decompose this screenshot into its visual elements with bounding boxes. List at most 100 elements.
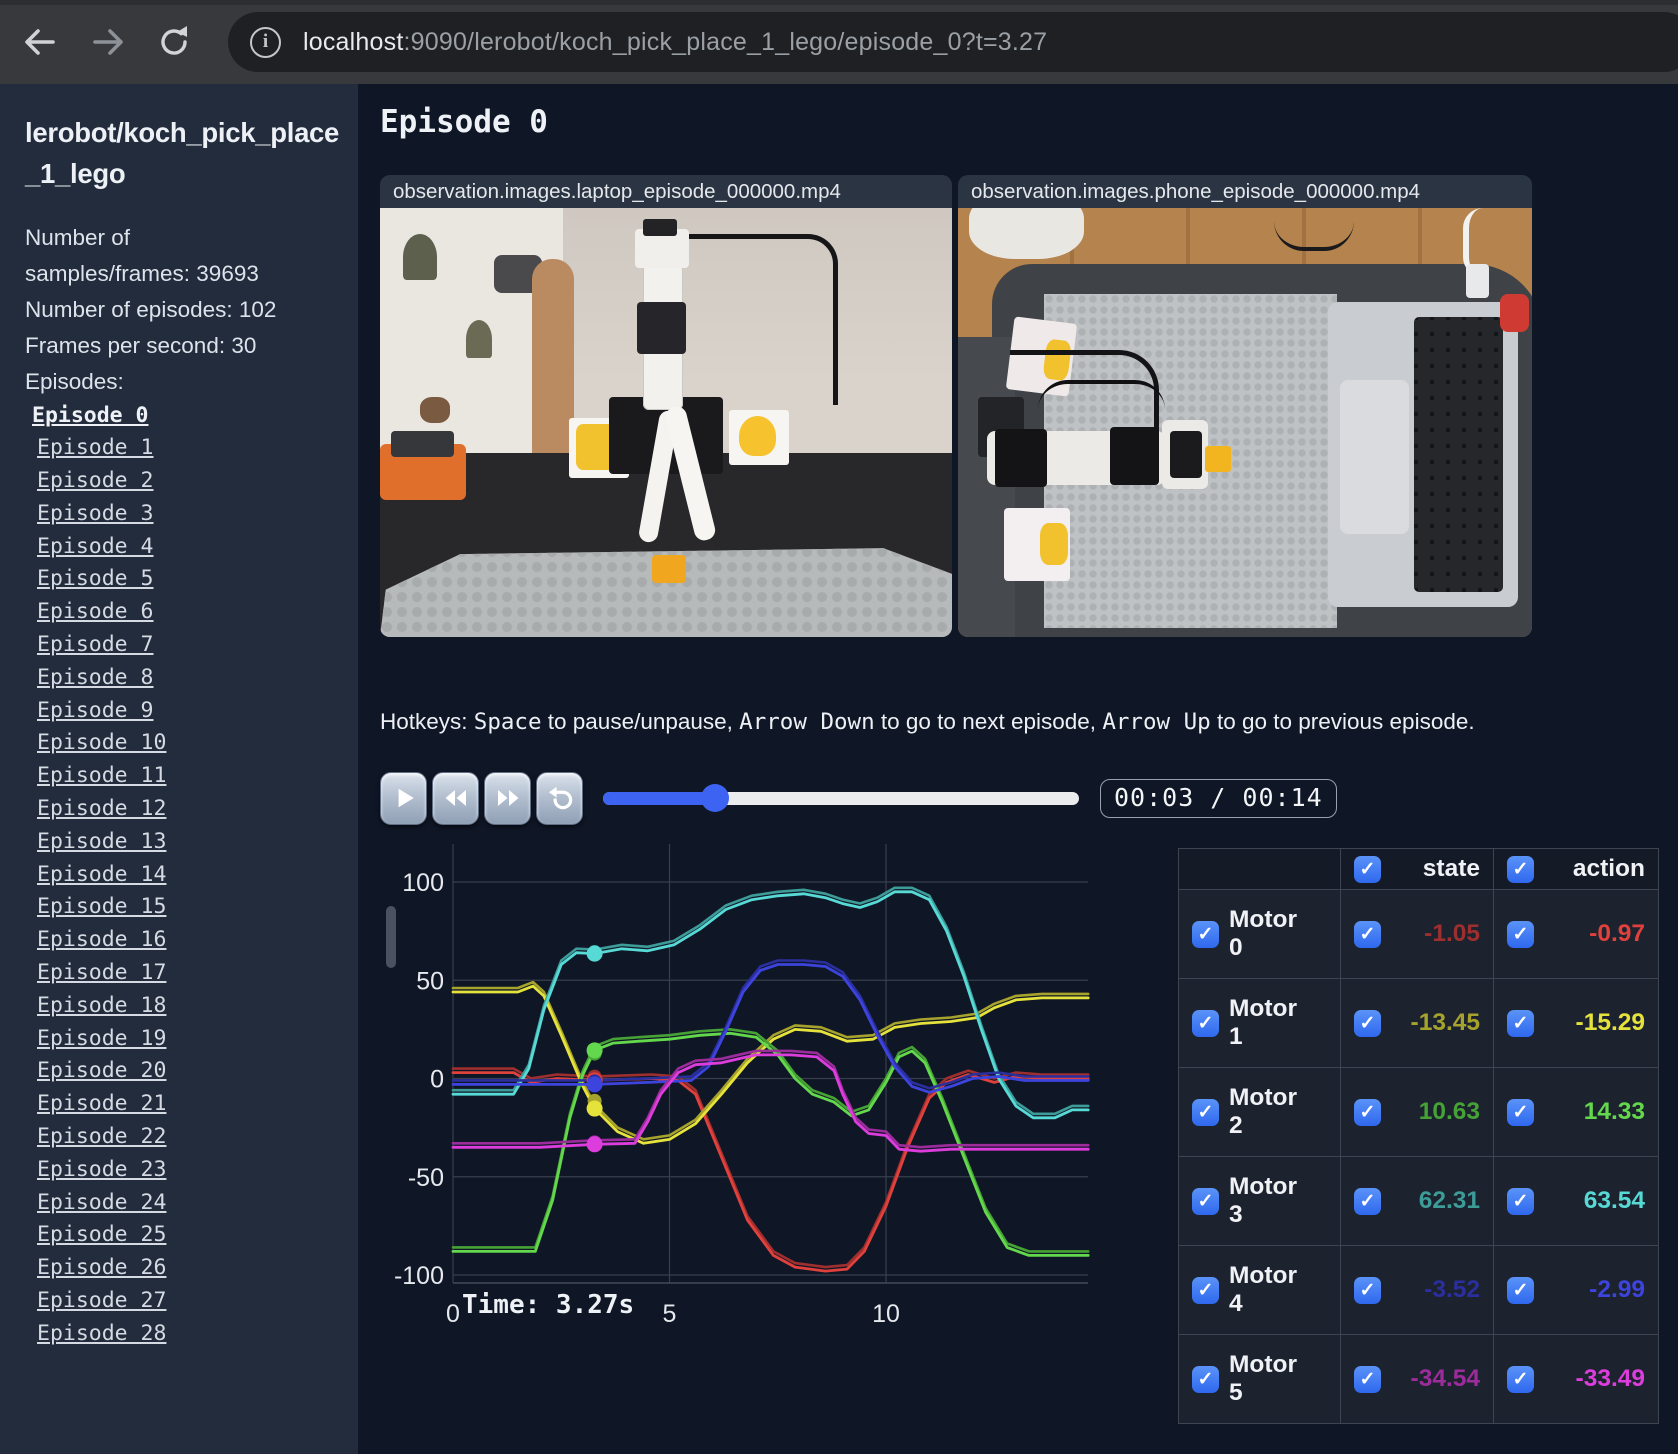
checkbox[interactable]: ✓	[1354, 855, 1381, 883]
video-title: observation.images.laptop_episode_000000…	[380, 175, 952, 208]
episode-link[interactable]: Episode 17	[25, 957, 340, 990]
state-value: -3.52	[1424, 1276, 1480, 1303]
episode-link[interactable]: Episode 15	[25, 891, 340, 924]
checkbox[interactable]: ✓	[1192, 1276, 1219, 1304]
fast-forward-button[interactable]	[484, 771, 531, 825]
play-button[interactable]	[380, 771, 427, 825]
episode-link[interactable]: Episode 13	[25, 826, 340, 859]
episode-link[interactable]: Episode 19	[25, 1023, 340, 1056]
episode-link[interactable]: Episode 1	[25, 432, 340, 465]
state-value: 62.31	[1418, 1187, 1480, 1214]
checkbox[interactable]: ✓	[1507, 920, 1534, 948]
episode-link[interactable]: Episode 24	[25, 1187, 340, 1220]
episode-link[interactable]: Episode 23	[25, 1154, 340, 1187]
action-value-cell: ✓ -2.99	[1493, 1245, 1659, 1335]
checkbox[interactable]: ✓	[1192, 920, 1219, 948]
checkbox[interactable]: ✓	[1354, 1098, 1381, 1126]
action-value-cell: ✓ 14.33	[1493, 1067, 1659, 1157]
scene-trackpad	[1339, 379, 1409, 535]
svg-text:50: 50	[416, 967, 444, 995]
episode-link[interactable]: Episode 18	[25, 990, 340, 1023]
checkbox[interactable]: ✓	[1354, 1009, 1381, 1037]
checkbox[interactable]: ✓	[1192, 1098, 1219, 1126]
episode-link[interactable]: Episode 28	[25, 1318, 340, 1351]
svg-text:-50: -50	[408, 1164, 444, 1192]
checkbox[interactable]: ✓	[1354, 920, 1381, 948]
checkbox[interactable]: ✓	[1192, 1187, 1219, 1215]
checkbox[interactable]: ✓	[1507, 855, 1534, 883]
state-value: 10.63	[1418, 1098, 1480, 1125]
episode-link[interactable]: Episode 14	[25, 859, 340, 892]
hotkeys-text: to pause/unpause,	[541, 709, 740, 734]
episode-link[interactable]: Episode 0	[25, 400, 340, 433]
forward-icon[interactable]	[88, 22, 128, 62]
episode-link[interactable]: Episode 25	[25, 1219, 340, 1252]
address-bar[interactable]: i localhost:9090/lerobot/koch_pick_place…	[228, 12, 1678, 72]
scene-cable	[677, 233, 838, 406]
scene-robot-motor	[1110, 426, 1159, 485]
loop-icon	[548, 786, 573, 809]
scene-red-object	[1500, 293, 1530, 333]
episode-link[interactable]: Episode 11	[25, 760, 340, 793]
hotkeys-text: Hotkeys:	[380, 709, 474, 734]
episode-link[interactable]: Episode 26	[25, 1252, 340, 1285]
episode-link[interactable]: Episode 12	[25, 793, 340, 826]
checkbox[interactable]: ✓	[1354, 1276, 1381, 1304]
checkbox[interactable]: ✓	[1354, 1365, 1381, 1393]
seek-slider-fill	[603, 791, 715, 805]
scene-robot-motor	[637, 302, 686, 354]
action-value: -0.97	[1589, 920, 1645, 947]
episode-link[interactable]: Episode 3	[25, 498, 340, 531]
motor-name: Motor 0	[1229, 906, 1298, 961]
episode-link[interactable]: Episode 9	[25, 695, 340, 728]
episode-link[interactable]: Episode 8	[25, 662, 340, 695]
episode-link[interactable]: Episode 2	[25, 465, 340, 498]
site-info-icon[interactable]: i	[250, 26, 281, 58]
table-row: ✓ Motor 2 ✓ 10.63 ✓ 14.33	[1178, 1067, 1659, 1157]
table-row: ✓ Motor 5 ✓ -34.54 ✓ -33.49	[1178, 1334, 1659, 1424]
seek-slider-thumb[interactable]	[700, 784, 729, 812]
state-value-cell: ✓ -3.52	[1340, 1245, 1494, 1335]
column-header-action: ✓ action	[1493, 848, 1659, 890]
checkbox[interactable]: ✓	[1507, 1276, 1534, 1304]
checkbox[interactable]: ✓	[1354, 1187, 1381, 1215]
play-icon	[398, 788, 414, 808]
episode-link[interactable]: Episode 10	[25, 727, 340, 760]
scene-cable	[1273, 208, 1355, 251]
checkbox[interactable]: ✓	[1507, 1098, 1534, 1126]
episode-link[interactable]: Episode 20	[25, 1055, 340, 1088]
motor-label-cell: ✓ Motor 3	[1178, 1156, 1341, 1246]
seek-slider[interactable]	[603, 784, 1079, 812]
checkbox[interactable]: ✓	[1507, 1365, 1534, 1393]
checkbox[interactable]: ✓	[1507, 1009, 1534, 1037]
table-corner-cell	[1178, 848, 1341, 890]
rewind-button[interactable]	[432, 771, 479, 825]
episode-link[interactable]: Episode 7	[25, 629, 340, 662]
episode-link[interactable]: Episode 5	[25, 563, 340, 596]
back-icon[interactable]	[20, 22, 60, 62]
motor-chart[interactable]: 100500-50-1000 5 10	[394, 836, 1100, 1348]
action-value: -33.49	[1575, 1365, 1645, 1392]
episode-link[interactable]: Episode 22	[25, 1121, 340, 1154]
main-content: Episode 0 observation.images.laptop_epis…	[358, 84, 1678, 1454]
checkbox[interactable]: ✓	[1192, 1365, 1219, 1393]
motor-label-cell: ✓ Motor 2	[1178, 1067, 1341, 1157]
fast-forward-icon	[497, 790, 518, 806]
episode-link[interactable]: Episode 16	[25, 924, 340, 957]
dataset-title: lerobot/koch_pick_place_1_lego	[25, 117, 340, 190]
episode-link[interactable]: Episode 4	[25, 531, 340, 564]
action-value: -2.99	[1589, 1276, 1645, 1303]
motor-name: Motor 2	[1229, 1084, 1298, 1139]
loop-button[interactable]	[536, 771, 583, 825]
episode-link[interactable]: Episode 21	[25, 1088, 340, 1121]
laptop-camera-video	[380, 208, 952, 637]
state-value-cell: ✓ -34.54	[1340, 1334, 1494, 1424]
episode-link[interactable]: Episode 6	[25, 596, 340, 629]
checkbox[interactable]: ✓	[1507, 1187, 1534, 1215]
episode-link[interactable]: Episode 27	[25, 1285, 340, 1318]
motor-name: Motor 5	[1229, 1351, 1298, 1406]
checkbox[interactable]: ✓	[1192, 1009, 1219, 1037]
reload-icon[interactable]	[154, 22, 194, 62]
scene-usb-plug	[1465, 263, 1489, 299]
motor-name: Motor 1	[1229, 995, 1298, 1050]
